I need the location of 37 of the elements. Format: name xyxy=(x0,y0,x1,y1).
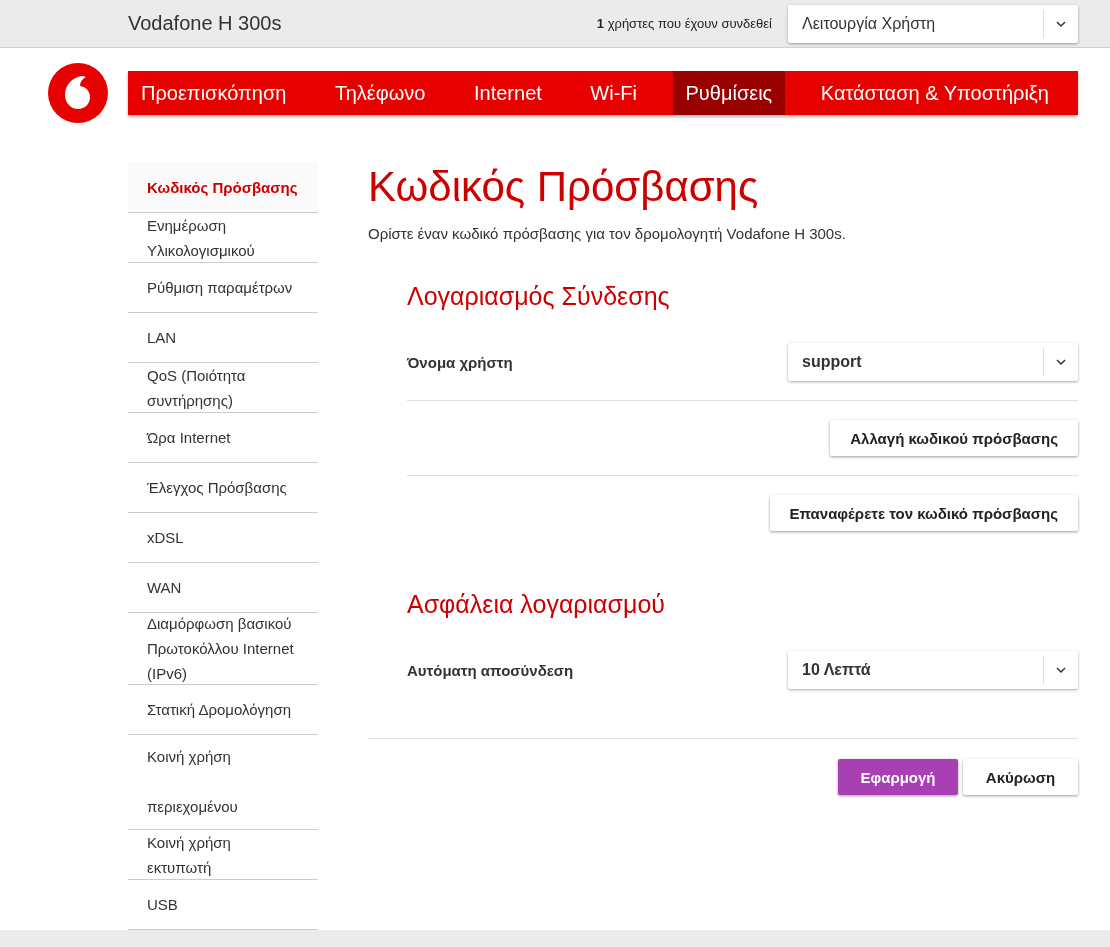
chevron-down-icon xyxy=(1055,358,1067,366)
nav-tab[interactable]: Wi-Fi xyxy=(577,71,650,115)
action-button[interactable]: Επαναφέρετε τον κωδικό πρόσβασης xyxy=(769,495,1078,531)
sidebar-item[interactable]: Κοινή χρήση εκτυπωτή xyxy=(128,830,318,880)
section-title: Λογαριασμός Σύνδεσης xyxy=(407,282,671,311)
connected-users-text: 1 χρήστες που έχουν συνδεθεί xyxy=(596,16,772,31)
sidebar-item[interactable]: Στατική Δρομολόγηση xyxy=(128,684,318,735)
sidebar-item[interactable]: LAN xyxy=(128,313,318,363)
sidebar-item[interactable]: Έλεγχος Πρόσβασης xyxy=(128,463,318,513)
nav-tab[interactable]: Ρυθμίσεις xyxy=(672,71,786,115)
cancel-button[interactable]: Ακύρωση xyxy=(963,759,1078,795)
field-label: Αυτόματη αποσύνδεση xyxy=(407,661,574,679)
sidebar-item[interactable]: xDSL xyxy=(128,513,318,563)
nav-tab[interactable]: Κατάσταση & Υποστήριξη xyxy=(807,71,1062,115)
sidebar-item[interactable]: Ρύθμιση παραμέτρων xyxy=(128,263,318,313)
router-title: Vodafone H 300s xyxy=(128,12,283,35)
action-button[interactable]: Αλλαγή κωδικού πρόσβασης xyxy=(830,420,1078,456)
field-label: Όνομα χρήστη xyxy=(407,353,513,371)
dropdown-select[interactable]: support xyxy=(788,343,1078,381)
mode-select[interactable]: Λειτουργία Χρήστη xyxy=(788,4,1078,43)
apply-button[interactable]: Εφαρμογή xyxy=(838,759,958,795)
page-title: Κωδικός Πρόσβασης xyxy=(368,163,760,211)
chevron-down-icon xyxy=(1055,666,1067,674)
page-description: Ορίστε έναν κωδικό πρόσβασης για τον δρομολογητή Vodafone H 300s. xyxy=(368,225,847,242)
nav-tab[interactable]: Τηλέφωνο xyxy=(321,71,439,115)
sidebar-item[interactable]: Ώρα Internet xyxy=(128,413,318,463)
dropdown-select[interactable]: 10 Λεπτά xyxy=(788,651,1078,689)
sidebar-item[interactable]: QoS (Ποιότητα συντήρησης) xyxy=(128,363,318,413)
logo-icon xyxy=(48,63,108,123)
nav-tab[interactable]: Προεπισκόπηση xyxy=(128,71,300,115)
section-title: Ασφάλεια λογαριασμού xyxy=(407,590,666,619)
sidebar-item[interactable]: Κωδικός Πρόσβασης xyxy=(128,163,318,213)
chevron-down-icon xyxy=(1055,19,1067,28)
sidebar-item[interactable]: Ενημέρωση Υλικολογισμικού xyxy=(128,213,318,263)
sidebar-item[interactable]: WAN xyxy=(128,563,318,613)
sidebar-item[interactable]: Διαμόρφωση βασικού Πρωτοκόλλου Internet (IPv6) xyxy=(128,613,318,685)
nav-tab[interactable]: Internet xyxy=(461,71,555,115)
